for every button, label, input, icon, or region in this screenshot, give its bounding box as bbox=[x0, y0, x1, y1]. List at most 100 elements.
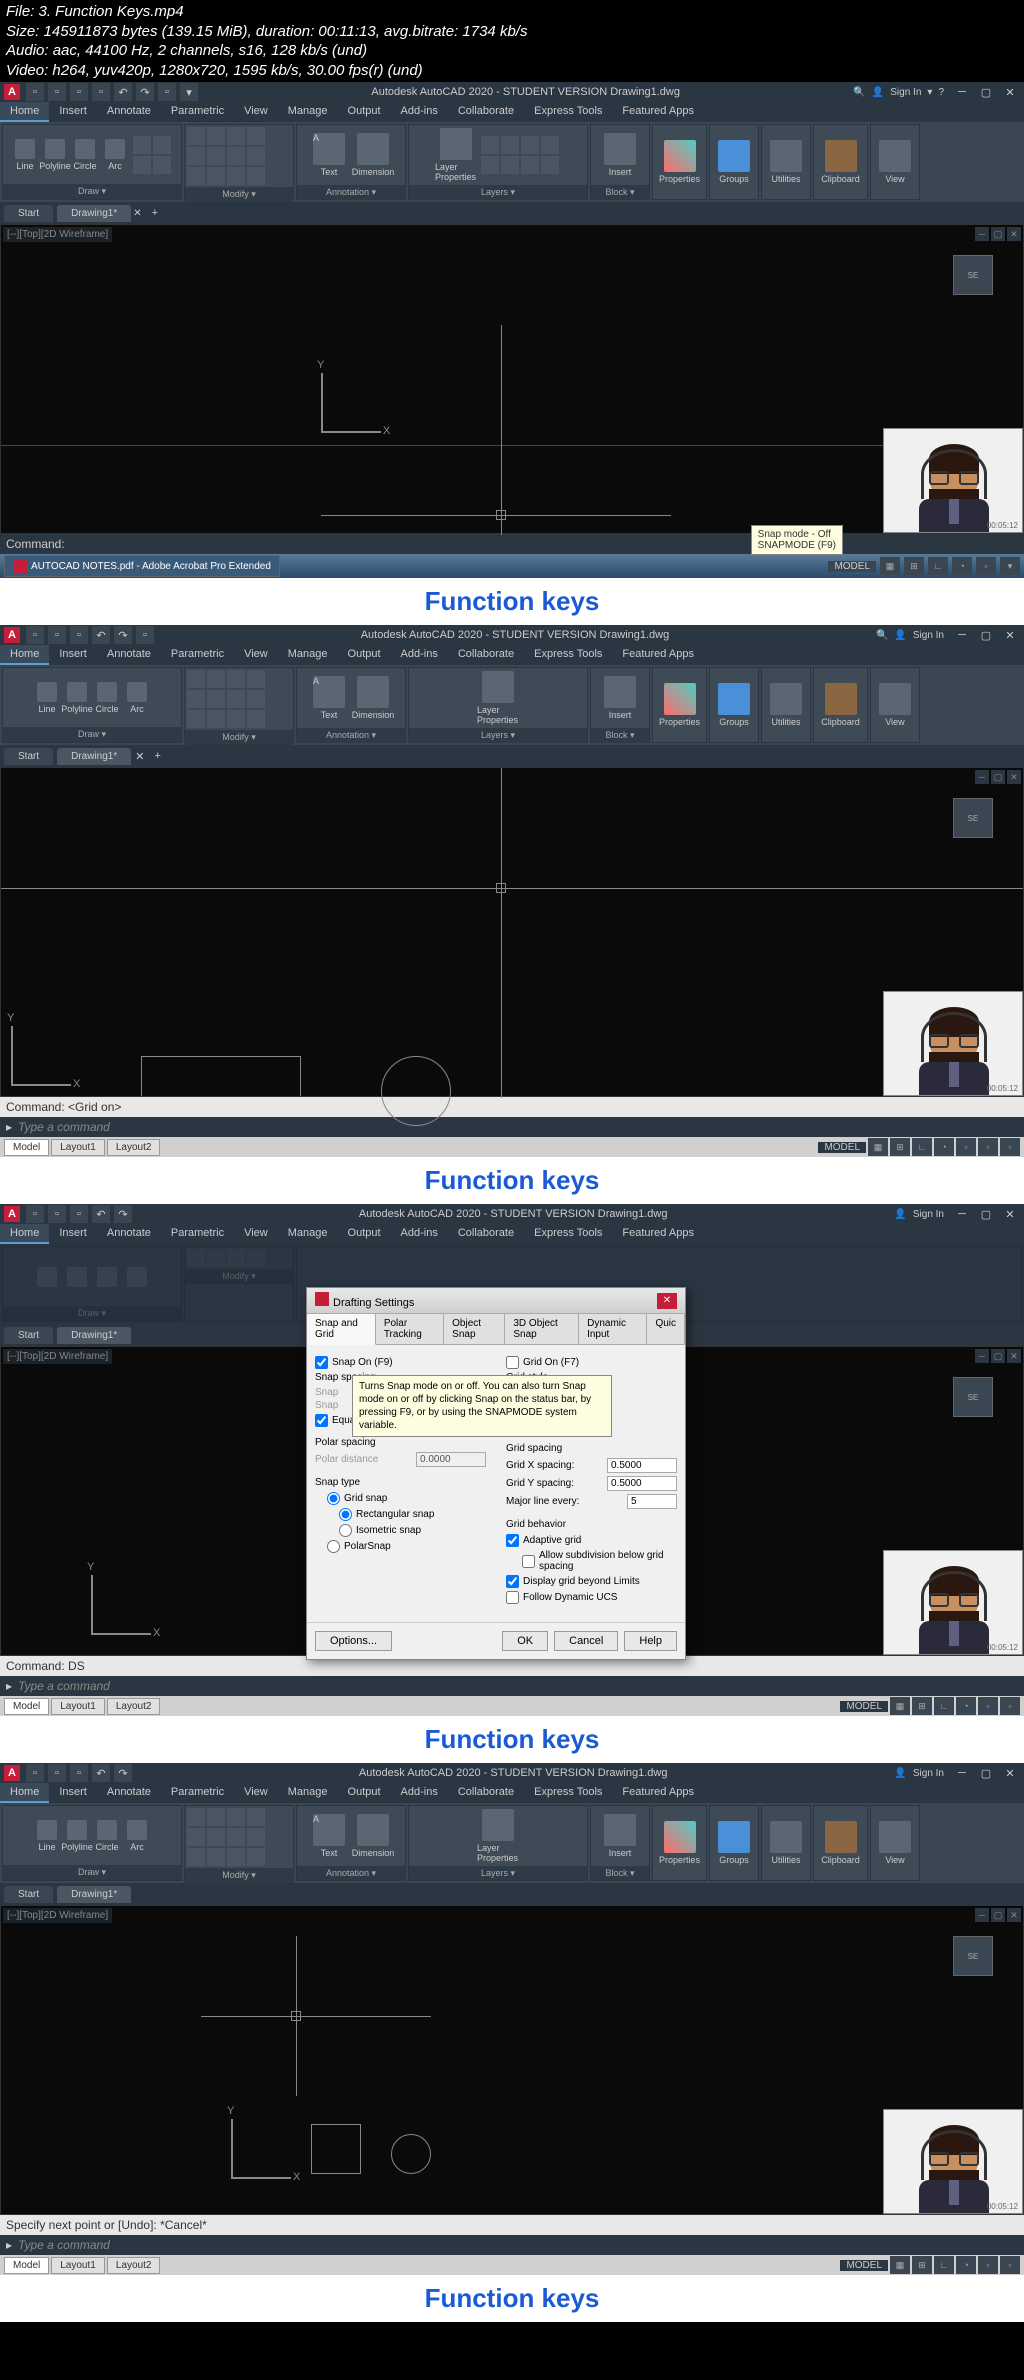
draw-small-tool[interactable] bbox=[133, 156, 151, 174]
user-icon[interactable]: 👤 bbox=[872, 87, 884, 98]
panel-clipboard[interactable]: Clipboard bbox=[813, 124, 868, 200]
modify-tool[interactable] bbox=[187, 127, 205, 145]
grid-on-checkbox[interactable]: Grid On (F7) bbox=[506, 1356, 677, 1369]
tab-express[interactable]: Express Tools bbox=[524, 102, 612, 122]
status-btn[interactable]: ▫ bbox=[1000, 1138, 1020, 1156]
drawing-viewport[interactable]: [--][Top][2D Wireframe] ─▢✕ SE YX 00:05:… bbox=[0, 1905, 1024, 2215]
polar-snap-radio[interactable]: PolarSnap bbox=[327, 1540, 486, 1553]
status-osnap-icon[interactable]: ▫ bbox=[976, 557, 996, 575]
qat-save-icon[interactable]: ▫ bbox=[70, 83, 88, 101]
search-icon[interactable]: 🔍 bbox=[876, 630, 888, 641]
grid-y-input[interactable] bbox=[607, 1476, 677, 1491]
help-button[interactable]: Help bbox=[624, 1631, 677, 1651]
close-button[interactable]: ✕ bbox=[1000, 627, 1020, 643]
status-btn[interactable]: ▫ bbox=[978, 1138, 998, 1156]
command-input[interactable]: ▸Type a command bbox=[0, 1676, 1024, 1696]
autocad-app-icon[interactable]: A bbox=[4, 84, 20, 100]
tab-view[interactable]: View bbox=[234, 102, 278, 122]
follow-ucs-checkbox[interactable]: Follow Dynamic UCS bbox=[506, 1591, 677, 1604]
modify-tool[interactable] bbox=[207, 147, 225, 165]
panel-properties[interactable]: Properties bbox=[652, 124, 707, 200]
layer-tool[interactable] bbox=[521, 136, 539, 154]
tool-insert[interactable]: Insert bbox=[599, 127, 641, 183]
tab-drawing1[interactable]: Drawing1* bbox=[57, 205, 131, 222]
rect-snap-radio[interactable]: Rectangular snap bbox=[339, 1508, 486, 1521]
help-dropdown-icon[interactable]: ▾ bbox=[927, 87, 932, 98]
viewcube[interactable]: SE bbox=[943, 798, 1003, 858]
tab-featured[interactable]: Featured Apps bbox=[612, 645, 704, 665]
tab-manage[interactable]: Manage bbox=[278, 645, 338, 665]
display-beyond-checkbox[interactable]: Display grid beyond Limits bbox=[506, 1575, 677, 1588]
panel-draw-title[interactable]: Draw ▾ bbox=[3, 184, 181, 199]
status-model[interactable]: MODEL bbox=[818, 1142, 866, 1153]
tab-output[interactable]: Output bbox=[338, 645, 391, 665]
options-button[interactable]: Options... bbox=[315, 1631, 392, 1651]
vp-close-icon[interactable]: ✕ bbox=[1007, 227, 1021, 241]
status-model[interactable]: MODEL bbox=[828, 561, 876, 572]
tab-insert[interactable]: Insert bbox=[49, 645, 97, 665]
tool-line[interactable]: Line bbox=[11, 135, 39, 175]
qat-share-icon[interactable]: ▾ bbox=[180, 83, 198, 101]
panel-modify-title[interactable]: Modify ▾ bbox=[185, 187, 293, 202]
tab-home[interactable]: Home bbox=[0, 645, 49, 665]
grid-snap-radio[interactable]: Grid snap bbox=[327, 1492, 486, 1505]
tab-addins[interactable]: Add-ins bbox=[391, 645, 448, 665]
status-ortho-icon[interactable]: ∟ bbox=[928, 557, 948, 575]
minimize-button[interactable]: ─ bbox=[952, 84, 972, 100]
qat-btn[interactable]: ▫ bbox=[70, 626, 88, 644]
dialog-tab-3dosnap[interactable]: 3D Object Snap bbox=[505, 1314, 579, 1344]
modify-tool[interactable] bbox=[187, 167, 205, 185]
draw-small-tool[interactable] bbox=[133, 136, 151, 154]
search-icon[interactable]: 🔍 bbox=[853, 87, 865, 98]
viewport-label[interactable]: [--][Top][2D Wireframe] bbox=[3, 227, 112, 242]
major-line-input[interactable] bbox=[627, 1494, 677, 1509]
tool-text[interactable]: AText bbox=[308, 127, 350, 183]
adaptive-checkbox[interactable]: Adaptive grid bbox=[506, 1534, 677, 1547]
status-btn[interactable]: ▫ bbox=[956, 1138, 976, 1156]
qat-undo-icon[interactable]: ↶ bbox=[114, 83, 132, 101]
tool-arc[interactable]: Arc bbox=[101, 135, 129, 175]
modify-tool[interactable] bbox=[207, 127, 225, 145]
status-more-icon[interactable]: ▾ bbox=[1000, 557, 1020, 575]
tab-parametric[interactable]: Parametric bbox=[161, 102, 234, 122]
tool-arc[interactable]: Arc bbox=[123, 678, 151, 718]
panel-annotation-title[interactable]: Annotation ▾ bbox=[297, 185, 405, 200]
qat-btn[interactable]: ▫ bbox=[48, 626, 66, 644]
layer-tool[interactable] bbox=[481, 136, 499, 154]
tab-annotate[interactable]: Annotate bbox=[97, 645, 161, 665]
dialog-tab-osnap[interactable]: Object Snap bbox=[444, 1314, 505, 1344]
tab-parametric[interactable]: Parametric bbox=[161, 645, 234, 665]
panel-utilities[interactable]: Utilities bbox=[761, 124, 811, 200]
qat-btn[interactable]: ▫ bbox=[26, 626, 44, 644]
drawing-viewport[interactable]: [--][Top][2D Wireframe] ─▢✕ SE YX Drafti… bbox=[0, 1346, 1024, 1656]
iso-snap-radio[interactable]: Isometric snap bbox=[339, 1524, 486, 1537]
maximize-button[interactable]: ▢ bbox=[976, 627, 996, 643]
command-line[interactable]: Command: bbox=[0, 534, 1024, 554]
tab-view[interactable]: View bbox=[234, 645, 278, 665]
tab-express[interactable]: Express Tools bbox=[524, 645, 612, 665]
status-btn[interactable]: ⊞ bbox=[890, 1138, 910, 1156]
drawing-viewport[interactable]: ─▢✕ SE YX 00:05:12 bbox=[0, 767, 1024, 1097]
status-btn[interactable]: ▦ bbox=[868, 1138, 888, 1156]
dialog-tab-quick[interactable]: Quic bbox=[647, 1314, 685, 1344]
tab-home[interactable]: Home bbox=[0, 102, 49, 122]
status-btn[interactable]: ◔ bbox=[934, 1138, 954, 1156]
close-button[interactable]: ✕ bbox=[1000, 84, 1020, 100]
tool-dimension[interactable]: Dimension bbox=[352, 127, 394, 183]
status-snap-icon[interactable]: ⊞ bbox=[904, 557, 924, 575]
panel-groups[interactable]: Groups bbox=[709, 124, 759, 200]
layer-tool[interactable] bbox=[541, 156, 559, 174]
qat-open-icon[interactable]: ▫ bbox=[48, 83, 66, 101]
qat-btn[interactable]: ▫ bbox=[136, 626, 154, 644]
qat-btn[interactable]: ↷ bbox=[114, 626, 132, 644]
dialog-tab-snap[interactable]: Snap and Grid bbox=[307, 1314, 376, 1345]
tab-model[interactable]: Model bbox=[4, 1139, 49, 1156]
taskbar-acrobat[interactable]: AUTOCAD NOTES.pdf - Adobe Acrobat Pro Ex… bbox=[4, 555, 280, 577]
modify-tool[interactable] bbox=[227, 167, 245, 185]
command-input[interactable]: ▸Type a command bbox=[0, 1117, 1024, 1137]
modify-tool[interactable] bbox=[247, 167, 265, 185]
modify-tool[interactable] bbox=[207, 167, 225, 185]
tab-close-icon[interactable]: ✕ bbox=[133, 208, 141, 219]
modify-tool[interactable] bbox=[247, 127, 265, 145]
tool-polyline[interactable]: Polyline bbox=[41, 135, 69, 175]
